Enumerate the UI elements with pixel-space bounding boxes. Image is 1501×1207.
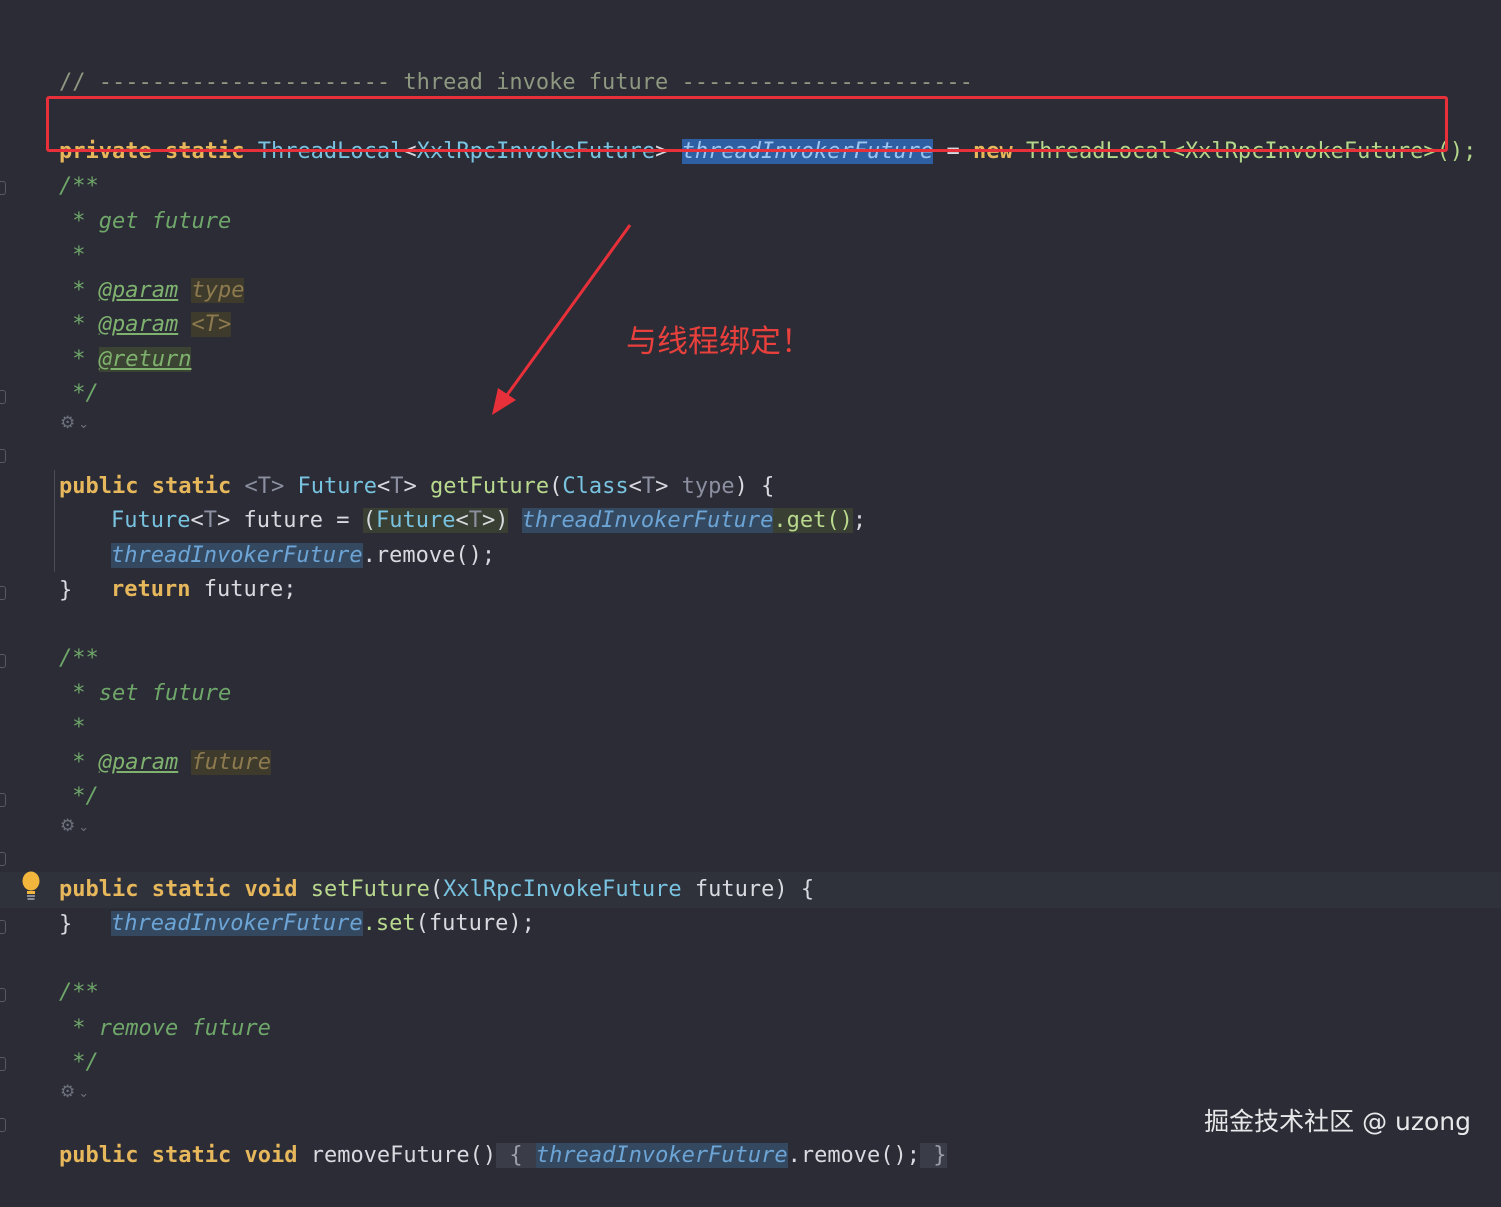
doc-comment-close: */: [59, 381, 99, 406]
gear-icon[interactable]: ⚙ ⌄: [60, 814, 102, 838]
doc-comment-star: *: [59, 243, 86, 268]
method-name[interactable]: getFuture: [430, 474, 549, 499]
field-reference[interactable]: threadInvokerFuture: [521, 508, 774, 533]
parens: (): [469, 1143, 497, 1168]
code-line-removefuture[interactable]: public static void removeFuture() { thre…: [0, 1105, 947, 1168]
separator-comment: // ---------------------- thread invoke …: [59, 70, 973, 95]
type-var: T: [641, 474, 656, 499]
local-variable: future: [243, 508, 323, 533]
param-type: XxlRpcInvokeFuture: [443, 877, 682, 902]
doc-comment-text: * get future: [59, 209, 232, 234]
annotation-text: 与线程绑定！: [626, 324, 812, 360]
code-line[interactable]: Future <T> future = (Future<T>) threadInv…: [0, 470, 866, 533]
field-reference[interactable]: threadInvokerFuture: [111, 543, 363, 568]
set-call: .set: [362, 911, 416, 936]
doc-comment-text: * set future: [59, 681, 232, 706]
param-name: type: [681, 474, 735, 499]
cast-expression: (Future<T>): [362, 508, 509, 533]
keyword-return: return: [111, 577, 191, 602]
code-line[interactable]: return future;: [0, 539, 296, 602]
assign-operator: =: [336, 508, 350, 533]
watermark: 掘金技术社区 @ uzong: [1204, 1107, 1471, 1136]
code-line-setfuture-signature[interactable]: public static void setFuture(XxlRpcInvok…: [0, 839, 814, 902]
annotation-arrow: [492, 224, 632, 415]
keyword-void: void: [244, 1143, 298, 1168]
doc-comment-close: */: [59, 1050, 99, 1075]
doc-param-tag: @param: [98, 278, 179, 303]
indent-guide: [54, 470, 55, 572]
doc-param-name: future: [191, 750, 271, 775]
semicolon: ;: [852, 508, 867, 533]
close-brace: }: [59, 578, 73, 603]
fold-marker[interactable]: [0, 988, 6, 1002]
keyword-static: static: [151, 474, 232, 499]
open-brace: {: [509, 1143, 523, 1168]
fold-marker[interactable]: [0, 793, 6, 807]
doc-param-name: type: [191, 278, 245, 303]
remove-call: .remove();: [362, 543, 496, 568]
type-var: T: [203, 508, 217, 533]
code-line[interactable]: threadInvokerFuture.remove();: [0, 505, 495, 568]
highlight-box: [46, 96, 1448, 152]
doc-param-name: <T>: [191, 312, 232, 337]
field-reference[interactable]: threadInvokerFuture: [111, 911, 363, 936]
method-name[interactable]: removeFuture: [311, 1143, 470, 1168]
open-brace: {: [761, 474, 775, 499]
open-brace: {: [800, 877, 815, 902]
generic-param: <T>: [244, 474, 285, 499]
chevron-down-icon[interactable]: ⌄: [78, 417, 89, 432]
fold-marker[interactable]: [0, 1057, 6, 1071]
doc-comment-close: */: [59, 784, 99, 809]
chevron-down-icon[interactable]: ⌄: [78, 820, 89, 835]
field-reference[interactable]: threadInvokerFuture: [535, 1143, 788, 1168]
code-line-current[interactable]: threadInvokerFuture.set(future);: [0, 873, 535, 936]
param-name: future: [694, 877, 775, 902]
keyword-public: public: [59, 877, 139, 902]
doc-comment-open: /**: [59, 174, 99, 199]
doc-comment-open: /**: [59, 980, 99, 1005]
doc-comment-open: /**: [59, 646, 99, 671]
return-type: Future: [297, 474, 377, 499]
close-brace: }: [933, 1143, 947, 1168]
keyword-static: static: [151, 877, 232, 902]
fold-marker[interactable]: [0, 654, 6, 668]
gear-icon[interactable]: ⚙ ⌄: [60, 411, 102, 435]
keyword-void: void: [244, 877, 298, 902]
keyword-public: public: [59, 1143, 139, 1168]
doc-return-tag: @return: [98, 347, 192, 372]
code-editor[interactable]: // ---------------------- thread invoke …: [0, 0, 1501, 1168]
method-name[interactable]: setFuture: [311, 877, 430, 902]
chevron-down-icon[interactable]: ⌄: [78, 1086, 89, 1101]
call-args: (future);: [415, 911, 535, 936]
close-brace: }: [59, 912, 73, 937]
doc-param-tag: @param: [98, 750, 179, 775]
code-line[interactable]: // ---------------------- thread invoke …: [0, 32, 973, 95]
get-call: .get(): [773, 508, 853, 533]
doc-param-tag: @param: [98, 312, 179, 337]
keyword-public: public: [59, 474, 139, 499]
keyword-static: static: [151, 1143, 232, 1168]
local-type: Future: [111, 508, 191, 533]
return-value: future;: [203, 577, 297, 602]
code-line-getfuture-signature[interactable]: public static <T> Future<T> getFuture(Cl…: [0, 436, 774, 499]
doc-comment-text: * remove future: [59, 1016, 271, 1041]
doc-comment-star: *: [59, 715, 86, 740]
param-type: Class: [562, 474, 629, 499]
remove-call: .remove();: [787, 1143, 921, 1168]
fold-marker[interactable]: [0, 390, 6, 404]
gear-icon[interactable]: ⚙ ⌄: [60, 1080, 102, 1104]
type-var: T: [390, 474, 404, 499]
